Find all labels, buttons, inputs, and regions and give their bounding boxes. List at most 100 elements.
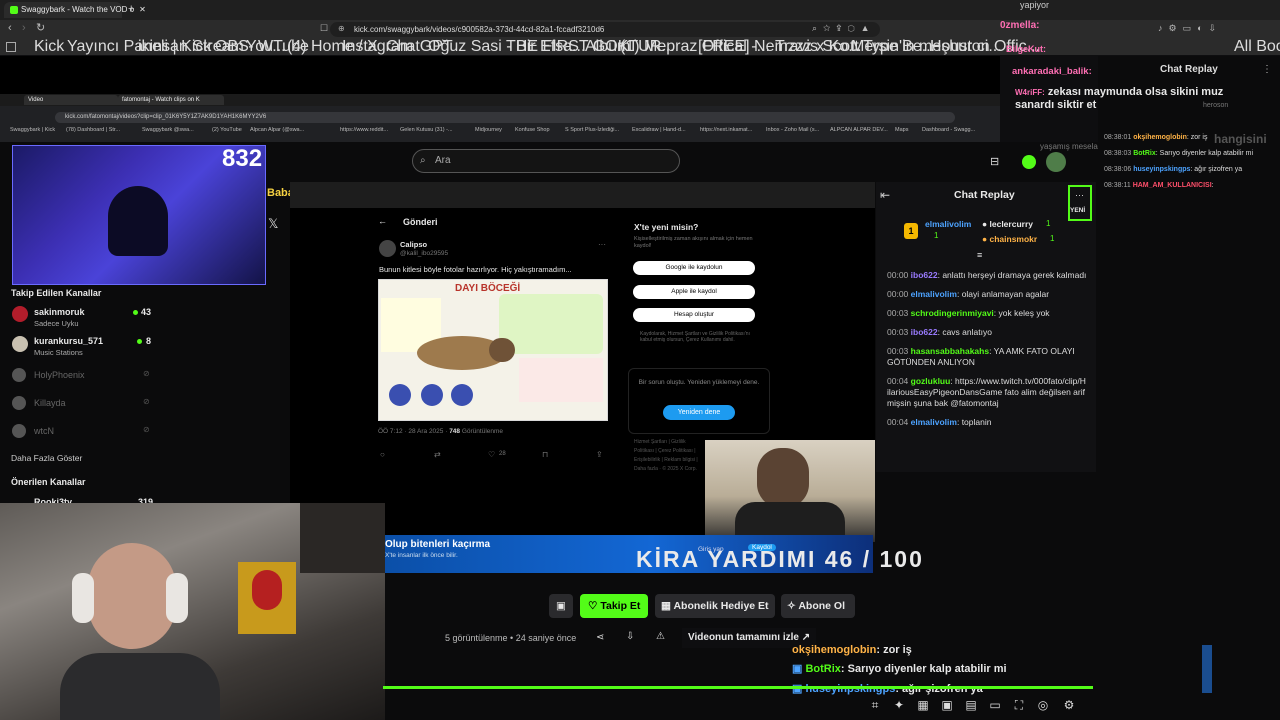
person-silhouette [108,186,168,256]
pip-icon[interactable]: ▭ [988,698,1002,712]
captured-bookmark: Konfuse Shop [515,127,550,133]
share-icon[interactable]: ⋖ [596,632,604,643]
wall-poster [238,562,296,634]
ghost-text: heroson [1203,102,1229,109]
x-login-prompt: Olup bitenleri kaçırma [385,539,491,550]
signup-subtitle: Kişiselleştirilmiş zaman akışını almak i… [634,236,753,249]
layout-icon[interactable]: ▦ [916,698,930,712]
search-input[interactable]: Ara [412,149,680,173]
star-icon: ✧ [787,600,799,612]
captured-bookmark: https://next.inkamat... [700,127,753,133]
medal-icon [451,384,473,406]
window-icon[interactable]: ▤ [964,698,978,712]
offline-icon: ⊘ [143,397,150,406]
person-head [757,448,809,508]
kick-favicon-icon [10,5,18,14]
channel-name-offline[interactable]: wtcN [34,426,54,436]
channel-name[interactable]: sakinmoruk [34,307,85,317]
download-icon[interactable]: ⇩ [626,631,634,642]
post-image: DAYI BÖCEĞİ [378,279,608,421]
frame-icon[interactable]: ▣ [940,698,954,712]
person-shirt [60,653,220,720]
captured-bookmarks: Swaggybark | Kick (78) Dashboard | Str..… [0,127,1000,138]
all-bookmarks[interactable]: All Bookmarks [1234,39,1280,55]
medal-icon [421,384,443,406]
avatar [12,396,26,410]
video-meta: 5 görüntülenme • 24 saniye önce [445,633,577,643]
mod-icon: ⊟ [990,156,1000,168]
theater-mode-icon[interactable]: ▣ [549,594,573,618]
captured-tab: fatomontaj - Watch clips on K [118,95,224,105]
report-icon[interactable]: ⚠ [656,631,665,642]
subscribe-button[interactable]: ✧ Abone Ol [781,594,855,618]
chat-message: 00:03 ibo622: cavs anlatıyo [887,327,992,337]
chat-menu-box[interactable]: ··· YENİ [1068,185,1092,221]
cartoon-caption [519,358,603,402]
retry-button: Yeniden dene [663,405,735,420]
chat-message: 08:38:11 HAM_AM_KULLANICISI: [1104,182,1214,189]
captured-bookmark: Alpcan Alpar (@swa... [250,127,305,133]
chat-message: 00:04 gozlukluu: https://www.twitch.tv/0… [887,376,1086,408]
close-tab-icon[interactable]: ✕ [139,5,146,14]
gifter-name: elmalivolim [925,219,972,229]
offline-icon: ⊘ [143,425,150,434]
collapse-chat-icon[interactable]: ⇤ [880,188,890,202]
channel-name-offline[interactable]: HolyPhoenix [34,370,85,380]
chat-settings-icon[interactable]: ⋮ [1262,64,1272,75]
bookmark-item[interactable]: Kick [34,39,64,55]
captured-bookmark: S Sport Plus-İzlediği... [565,127,620,133]
show-more-link[interactable]: Daha Fazla Göster [11,453,82,463]
target-icon[interactable]: ◎ [1036,698,1050,712]
avatar [12,368,26,382]
address-actions-icons[interactable]: ⌕☆⇪⬡▲ [812,23,876,34]
channel-name-offline[interactable]: Killayda [34,398,66,408]
captured-bookmark: (2) YouTube [212,127,242,133]
follow-button[interactable]: ♡ Takip Et [580,594,648,618]
google-signup-button: Google ile kaydolun [633,261,755,275]
clip-icon[interactable]: ⌗ [868,698,882,712]
apps-grid-icon[interactable] [6,42,16,52]
bookmark-item[interactable]: OBS [215,39,249,55]
channel-category: Sadece Uyku [34,319,79,328]
stream-top-area [0,56,1000,96]
cartoon-speech-bubble [499,294,603,354]
sparkle-icon[interactable]: ✦ [892,698,906,712]
site-info-icon[interactable]: ⊕ [338,24,345,33]
extensions-icons[interactable]: ♪⚙▭◐⇩ [1158,23,1222,34]
fullscreen-icon[interactable]: ⛶ [1012,698,1026,712]
address-bar[interactable]: kick.com/swaggybark/videos/c900582a-373d… [330,22,880,37]
x-footer-links: Hizmet Şartları | Gizlilik Politikası | … [634,439,698,472]
captured-bookmark: Swaggybark | Kick [10,127,56,133]
new-tab-icon[interactable]: + [128,3,134,15]
medal-icon [389,384,411,406]
person-face [88,543,176,649]
gift-sub-button[interactable]: ▦ Abonelik Hediye Et [655,594,775,618]
forward-icon[interactable]: › [22,22,26,34]
post-handle: @kalil_ibo29595 [400,250,449,257]
live-dot-icon [133,310,138,315]
video-progress-bar[interactable] [383,686,1093,689]
gifter-name: ● leclercurry [982,219,1033,229]
x-login-sub: X'te insanlar ilk önce bilir. [385,552,458,559]
captured-address-bar: kick.com/fatomontaj/videos?clip=clip_01K… [55,112,955,123]
channel-name[interactable]: kurankursu_571 [34,336,103,346]
error-message: Bir sorun oluştu. Yeniden yüklemeyi dene… [638,379,760,386]
reload-icon[interactable]: ↻ [36,21,45,34]
settings-gear-icon[interactable]: ⚙ [1062,698,1076,712]
more-icon: ··· [598,240,606,249]
background-shelf [300,503,385,573]
chat-message: 00:00 elmalivolim: olayi anlamayan agala… [887,289,1050,299]
browser-tab-active[interactable]: Swaggybark - Watch the VOD o ✕ [4,2,146,18]
followed-heading: Takip Edilen Kanallar [11,288,102,298]
repost-icon: ⇄ [434,450,441,459]
back-icon[interactable]: ‹ [8,22,12,34]
back-arrow-icon: ← [378,216,387,226]
gifter-count: 1 [1046,219,1051,228]
floating-chat: BilgeKut: [1006,44,1046,54]
bookmark-icon[interactable]: ☐ [320,23,328,34]
chat-message: 00:00 ibo622: anlattı herşeyi dramaya ge… [887,270,1087,280]
beetle-head [489,338,515,362]
more-options-icon[interactable]: ··· [1075,190,1084,200]
tab-title: Swaggybark - Watch the VOD o [21,5,135,14]
expand-gifters-icon[interactable]: ≡ [977,250,982,260]
